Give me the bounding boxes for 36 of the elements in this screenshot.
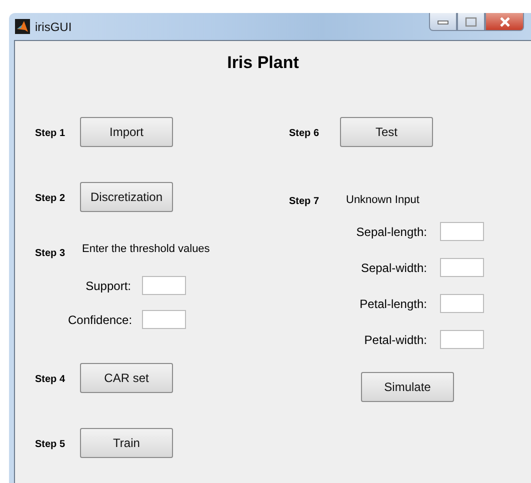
input-field[interactable] [142, 310, 186, 329]
input-field[interactable] [440, 330, 484, 349]
minimize-icon [437, 18, 449, 24]
push-button[interactable]: Test [340, 117, 433, 147]
input-field[interactable] [440, 222, 484, 241]
instruction-text: Unknown Input [346, 194, 420, 206]
step-label: Step 6 [289, 128, 320, 139]
instruction-text: Enter the threshold values [82, 243, 210, 255]
field-label: Petal-length: [358, 296, 427, 310]
step-label: Step 1 [35, 128, 66, 139]
heading: Iris Plant [226, 53, 300, 73]
window-title: irisGUI [35, 20, 72, 34]
push-button[interactable]: Import [80, 117, 173, 147]
input-field[interactable] [142, 276, 186, 295]
push-button[interactable]: Train [80, 428, 173, 458]
field-label: Sepal-length: [355, 224, 427, 238]
push-button[interactable]: Discretization [80, 182, 173, 212]
field-label: Support: [84, 278, 131, 292]
step-label: Step 5 [35, 439, 66, 450]
maximize-icon [465, 16, 477, 26]
minimize-button[interactable] [429, 13, 457, 31]
step-label: Step 7 [289, 196, 320, 207]
step-label: Step 3 [35, 248, 66, 259]
maximize-button[interactable] [457, 13, 485, 31]
step-label: Step 4 [35, 374, 66, 385]
push-button[interactable]: Simulate [361, 372, 454, 402]
step-label: Step 2 [35, 193, 66, 204]
app-icon [15, 19, 30, 34]
close-button[interactable] [485, 13, 524, 31]
field-label: Confidence: [68, 312, 131, 326]
close-icon [498, 16, 512, 26]
input-field[interactable] [440, 294, 484, 313]
field-label: Petal-width: [363, 332, 427, 346]
field-label: Sepal-width: [360, 260, 427, 274]
input-field[interactable] [440, 258, 484, 277]
push-button[interactable]: CAR set [80, 363, 173, 393]
